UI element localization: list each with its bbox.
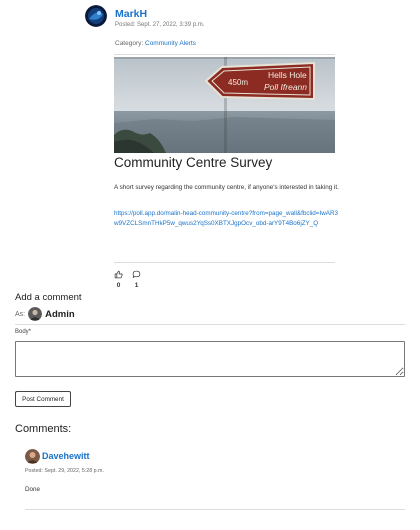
comment-as-row: As: Admin — [15, 307, 75, 321]
speech-bubble-icon — [132, 270, 141, 278]
sign-line-1: Hells Hole — [268, 70, 307, 80]
comment-count-button[interactable]: 1 — [132, 270, 141, 289]
body-label: Body* — [15, 329, 32, 335]
post-timestamp: Posted: Sept. 27, 2022, 3:39 p.m. — [115, 22, 205, 28]
sign-distance: 450m — [228, 78, 248, 87]
post-author-link[interactable]: MarkH — [115, 8, 147, 20]
post-header — [85, 5, 107, 27]
divider — [15, 324, 405, 325]
divider — [25, 509, 405, 510]
post-category-label: Category: — [115, 40, 144, 47]
like-button[interactable]: 0 — [114, 270, 123, 289]
comment-author-link[interactable]: Davehewitt — [42, 451, 90, 461]
current-user-name: Admin — [45, 308, 75, 320]
like-count: 0 — [116, 282, 121, 289]
as-label: As: — [15, 310, 26, 318]
divider — [114, 262, 335, 263]
post-category: Category: Community Alerts — [115, 40, 196, 47]
post-comment-button[interactable]: Post Comment — [15, 391, 71, 407]
admin-avatar — [28, 307, 43, 321]
post-author-avatar[interactable] — [85, 5, 107, 27]
post-image[interactable]: 450m Hells Hole Poll Ifreann — [114, 57, 335, 153]
post-description: A short survey regarding the community c… — [114, 184, 339, 191]
sign-line-2: Poll Ifreann — [264, 82, 307, 92]
comment-body: Done — [25, 486, 41, 493]
comment-body-field[interactable] — [15, 341, 405, 377]
post-title: Community Centre Survey — [114, 155, 273, 170]
comment-author-avatar[interactable] — [25, 449, 40, 464]
comments-heading: Comments: — [15, 423, 72, 435]
comment-timestamp: Posted: Sept. 29, 2022, 5:28 p.m. — [25, 468, 104, 474]
post-category-link[interactable]: Community Alerts — [145, 40, 196, 47]
thumbs-up-icon — [114, 270, 123, 279]
post-external-link[interactable]: https://poll.app.do/malin-head-community… — [114, 209, 339, 229]
divider — [114, 54, 335, 55]
add-comment-heading: Add a comment — [15, 292, 82, 303]
comment-count: 1 — [134, 282, 139, 289]
